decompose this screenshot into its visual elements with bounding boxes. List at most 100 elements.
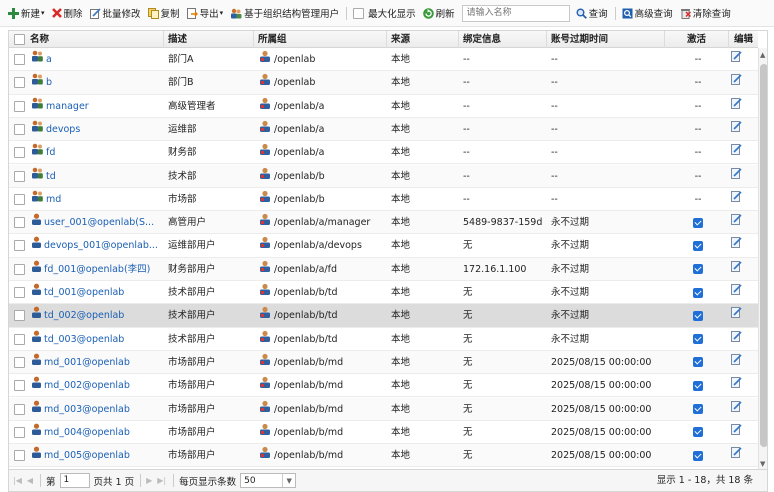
- advanced-query-button[interactable]: 高级查询: [622, 6, 673, 20]
- row-name[interactable]: td_001@openlab: [28, 281, 168, 304]
- header-desc[interactable]: 描述: [164, 31, 254, 48]
- edit-icon[interactable]: [731, 398, 742, 421]
- row-name[interactable]: a: [28, 48, 168, 71]
- row-name-link[interactable]: md_002@openlab: [44, 380, 130, 391]
- row-name-link[interactable]: md_004@openlab: [44, 427, 130, 438]
- row-name-link[interactable]: md: [46, 194, 61, 205]
- row-name-link[interactable]: td_002@openlab: [44, 310, 124, 321]
- edit-icon[interactable]: [731, 48, 742, 71]
- row-name[interactable]: user_001@openlab(S...: [28, 211, 168, 234]
- edit-icon[interactable]: [731, 351, 742, 374]
- row-name[interactable]: fd: [28, 141, 168, 164]
- next-page-icon[interactable]: ▶: [146, 476, 152, 485]
- table-row[interactable]: td_001@openlab 技术部用户/openlab/b/td 本地 无 永不过期: [9, 281, 758, 305]
- checked-checkbox-icon[interactable]: [693, 287, 703, 298]
- table-row[interactable]: md_002@openlab 市场部用户/openlab/b/md 本地 无 2025/…: [9, 374, 758, 398]
- first-page-icon[interactable]: |◀: [13, 476, 22, 485]
- refresh-button[interactable]: 刷新: [422, 6, 455, 20]
- header-expire[interactable]: 账号过期时间: [547, 31, 665, 48]
- edit-icon[interactable]: [731, 421, 742, 444]
- checked-checkbox-icon[interactable]: [693, 310, 703, 321]
- row-name[interactable]: md_002@openlab: [28, 374, 168, 397]
- row-checkbox[interactable]: [14, 193, 25, 205]
- delete-button[interactable]: 删除: [51, 6, 83, 20]
- row-name-link[interactable]: devops: [46, 124, 80, 135]
- row-name-link[interactable]: td: [46, 171, 56, 182]
- row-name-link[interactable]: a: [46, 54, 52, 65]
- header-binding[interactable]: 绑定信息: [459, 31, 547, 48]
- row-name-link[interactable]: md_001@openlab: [44, 357, 130, 368]
- row-name-link[interactable]: manager: [46, 101, 89, 112]
- table-row[interactable]: user_001@openlab(S... 高管用户/openlab/a/mana…: [9, 211, 758, 235]
- row-checkbox[interactable]: [14, 77, 25, 89]
- edit-icon[interactable]: [731, 71, 742, 94]
- table-row[interactable]: md_005@openlab 市场部用户/openlab/b/md 本地 无 2025/…: [9, 444, 758, 468]
- row-name[interactable]: td: [28, 165, 168, 188]
- new-button[interactable]: 新建 ▾: [8, 6, 45, 20]
- checked-checkbox-icon[interactable]: [693, 380, 703, 391]
- row-name-link[interactable]: md_005@openlab: [44, 450, 130, 461]
- row-name[interactable]: devops_001@openlab...: [28, 234, 168, 257]
- table-row[interactable]: td 技术部/openlab/b 本地 -- -- --: [9, 164, 758, 188]
- table-row[interactable]: md_003@openlab 市场部用户/openlab/b/md 本地 无 2025/…: [9, 397, 758, 421]
- row-name[interactable]: b: [28, 71, 168, 94]
- scrollbar-thumb[interactable]: [760, 64, 767, 447]
- row-name-link[interactable]: td_001@openlab: [44, 287, 124, 298]
- page-number-input[interactable]: 1: [59, 473, 90, 488]
- page-size-select[interactable]: 50 ▼: [240, 473, 297, 488]
- checked-checkbox-icon[interactable]: [693, 264, 703, 275]
- row-checkbox[interactable]: [14, 403, 25, 415]
- row-name-link[interactable]: b: [46, 77, 52, 88]
- row-checkbox[interactable]: [14, 54, 25, 65]
- header-group[interactable]: 所属组: [254, 31, 387, 48]
- table-row[interactable]: td_003@openlab 技术部用户/openlab/b/td 本地 无 永不过期: [9, 328, 758, 351]
- table-row[interactable]: md_004@openlab 市场部用户/openlab/b/md 本地 无 2025/…: [9, 421, 758, 445]
- row-name[interactable]: devops: [28, 118, 168, 141]
- row-checkbox[interactable]: [14, 450, 25, 462]
- last-page-icon[interactable]: ▶|: [157, 476, 166, 485]
- row-checkbox[interactable]: [14, 123, 25, 135]
- row-name[interactable]: fd_001@openlab(李四): [28, 258, 168, 281]
- row-name[interactable]: td_003@openlab: [28, 328, 168, 351]
- checked-checkbox-icon[interactable]: [693, 450, 703, 461]
- maximize-toggle[interactable]: 最大化显示: [353, 6, 416, 20]
- prev-page-icon[interactable]: ◀: [27, 476, 33, 485]
- maximize-checkbox[interactable]: [353, 7, 365, 19]
- header-active[interactable]: 激活: [665, 31, 729, 48]
- edit-icon[interactable]: [731, 141, 742, 164]
- row-name[interactable]: md_003@openlab: [28, 398, 168, 421]
- checked-checkbox-icon[interactable]: [693, 404, 703, 414]
- table-row[interactable]: b 部门B/openlab 本地 -- -- --: [9, 71, 758, 95]
- vertical-scrollbar[interactable]: ▲ ▼: [758, 48, 767, 469]
- batch-edit-button[interactable]: 批量修改: [89, 6, 141, 20]
- export-button[interactable]: 导出 ▾: [186, 6, 223, 20]
- edit-icon[interactable]: [731, 118, 742, 141]
- edit-icon[interactable]: [731, 234, 742, 257]
- table-row[interactable]: manager 高级管理者/openlab/a 本地 -- -- --: [9, 95, 758, 118]
- row-checkbox[interactable]: [14, 333, 25, 345]
- row-name[interactable]: md: [28, 188, 168, 211]
- row-name[interactable]: md_001@openlab: [28, 351, 168, 374]
- row-checkbox[interactable]: [14, 426, 25, 438]
- scroll-down-arrow-icon[interactable]: ▼: [760, 460, 765, 468]
- row-checkbox[interactable]: [14, 263, 25, 275]
- row-name[interactable]: md_004@openlab: [28, 421, 168, 444]
- row-name-link[interactable]: fd: [46, 147, 55, 158]
- table-row[interactable]: fd 财务部/openlab/a 本地 -- -- --: [9, 141, 758, 165]
- row-checkbox[interactable]: [14, 287, 25, 298]
- row-name-link[interactable]: td_003@openlab: [44, 334, 124, 345]
- row-name-link[interactable]: fd_001@openlab(李四): [44, 264, 150, 275]
- row-name-link[interactable]: devops_001@openlab...: [44, 240, 158, 251]
- checked-checkbox-icon[interactable]: [693, 334, 703, 345]
- header-name[interactable]: 名称: [9, 31, 164, 48]
- row-checkbox[interactable]: [14, 380, 25, 392]
- row-name-link[interactable]: user_001@openlab(S...: [44, 217, 154, 228]
- edit-icon[interactable]: [731, 188, 742, 211]
- checked-checkbox-icon[interactable]: [693, 217, 703, 228]
- edit-icon[interactable]: [731, 374, 742, 397]
- row-name[interactable]: td_002@openlab: [28, 304, 168, 327]
- query-button[interactable]: 查询: [576, 6, 608, 20]
- edit-icon[interactable]: [731, 258, 742, 281]
- table-row[interactable]: devops_001@openlab... 运维部用户/openlab/a/dev…: [9, 234, 758, 258]
- edit-icon[interactable]: [731, 281, 742, 304]
